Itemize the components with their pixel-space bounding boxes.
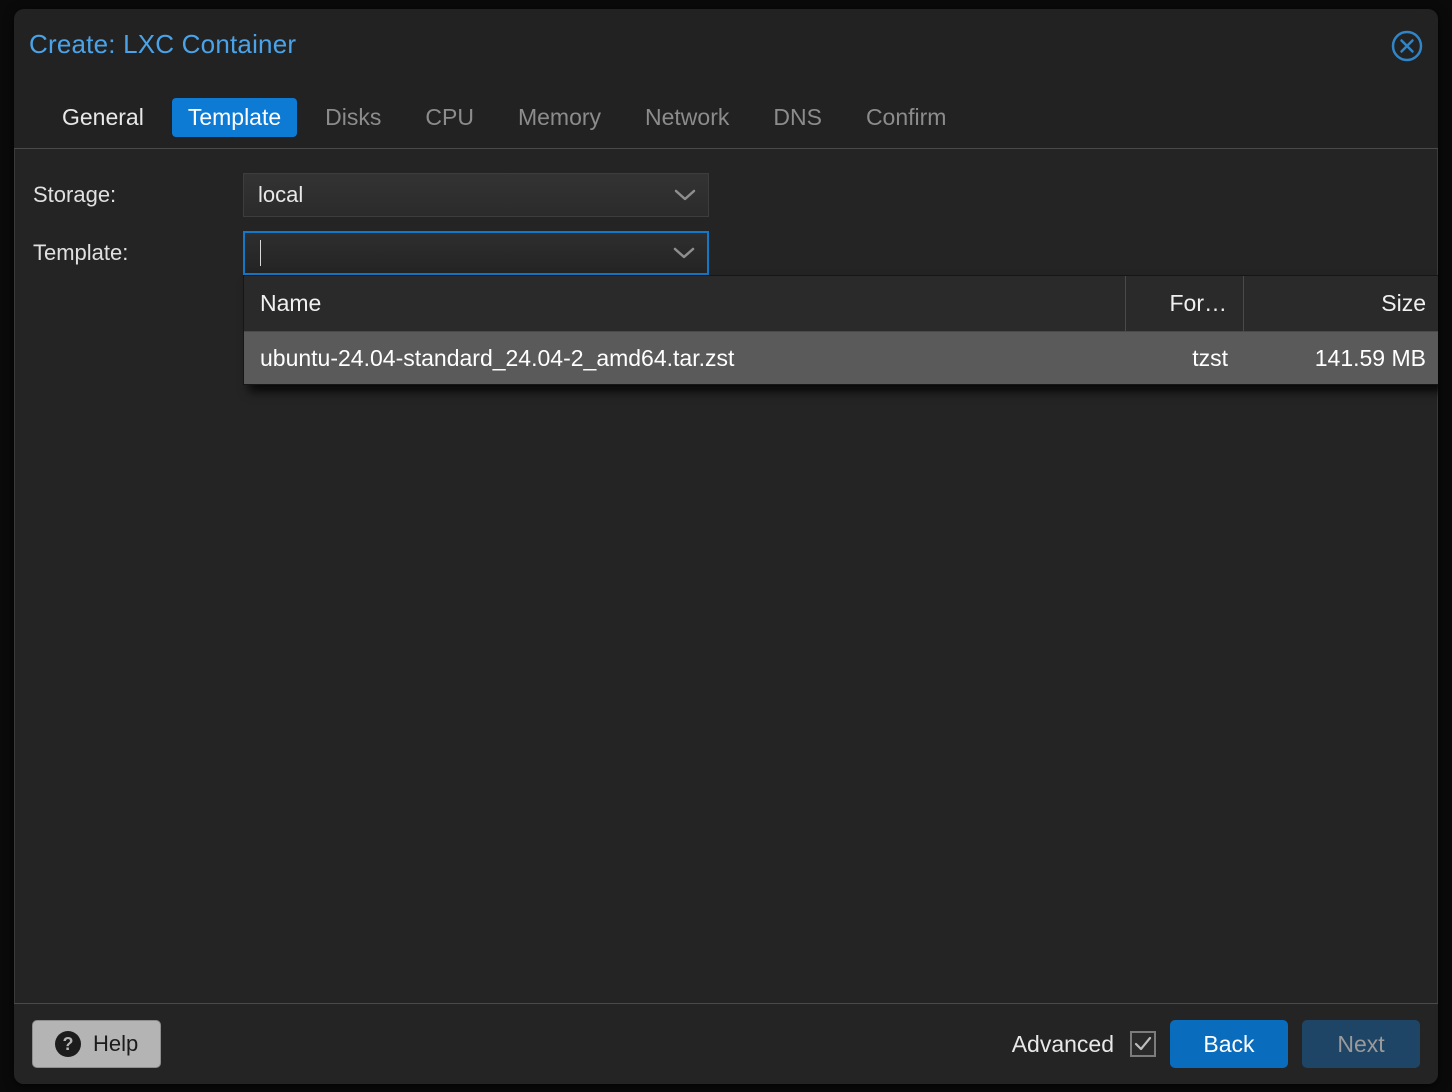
dialog-body: Storage: local Template: bbox=[14, 149, 1438, 1003]
chevron-down-icon bbox=[673, 240, 695, 266]
text-caret bbox=[260, 240, 261, 266]
dialog-footer: ? Help Advanced Back Next bbox=[14, 1004, 1438, 1084]
tab-memory[interactable]: Memory bbox=[502, 98, 617, 137]
template-dropdown-list: Name For… Size ubuntu-24.04-standard_24.… bbox=[243, 275, 1438, 385]
tab-cpu[interactable]: CPU bbox=[409, 98, 490, 137]
tab-disks[interactable]: Disks bbox=[309, 98, 397, 137]
chevron-down-icon bbox=[674, 182, 696, 208]
next-button: Next bbox=[1302, 1020, 1420, 1068]
dropdown-header-row: Name For… Size bbox=[244, 276, 1438, 332]
advanced-label: Advanced bbox=[1012, 1031, 1114, 1058]
tab-confirm[interactable]: Confirm bbox=[850, 98, 963, 137]
dialog-title: Create: LXC Container bbox=[29, 29, 296, 60]
template-name-cell: ubuntu-24.04-standard_24.04-2_amd64.tar.… bbox=[244, 332, 1126, 384]
template-row: Template: bbox=[33, 231, 709, 275]
tab-network[interactable]: Network bbox=[629, 98, 745, 137]
tab-template[interactable]: Template bbox=[172, 98, 297, 137]
dialog-header: Create: LXC Container bbox=[14, 9, 1438, 86]
tab-general[interactable]: General bbox=[46, 98, 160, 137]
close-icon[interactable] bbox=[1390, 29, 1424, 63]
column-header-format[interactable]: For… bbox=[1126, 276, 1244, 331]
create-lxc-dialog: Create: LXC Container General Template D… bbox=[14, 9, 1438, 1084]
storage-select[interactable]: local bbox=[243, 173, 709, 217]
help-button-label: Help bbox=[93, 1031, 138, 1057]
storage-row: Storage: local bbox=[33, 173, 709, 217]
template-format-cell: tzst bbox=[1126, 332, 1244, 384]
tab-bar: General Template Disks CPU Memory Networ… bbox=[14, 86, 1438, 148]
template-select[interactable] bbox=[243, 231, 709, 275]
list-item[interactable]: ubuntu-24.04-standard_24.04-2_amd64.tar.… bbox=[244, 332, 1438, 384]
template-size-cell: 141.59 MB bbox=[1244, 332, 1438, 384]
back-button[interactable]: Back bbox=[1170, 1020, 1288, 1068]
question-mark-icon: ? bbox=[55, 1031, 81, 1057]
tab-dns[interactable]: DNS bbox=[757, 98, 838, 137]
footer-actions: Advanced Back Next bbox=[1012, 1020, 1420, 1068]
help-button[interactable]: ? Help bbox=[32, 1020, 161, 1068]
column-header-size[interactable]: Size bbox=[1244, 276, 1438, 331]
template-label: Template: bbox=[33, 240, 243, 266]
checkmark-icon bbox=[1133, 1034, 1153, 1054]
storage-value: local bbox=[258, 182, 303, 208]
column-header-name[interactable]: Name bbox=[244, 276, 1126, 331]
advanced-checkbox[interactable] bbox=[1130, 1031, 1156, 1057]
storage-label: Storage: bbox=[33, 182, 243, 208]
